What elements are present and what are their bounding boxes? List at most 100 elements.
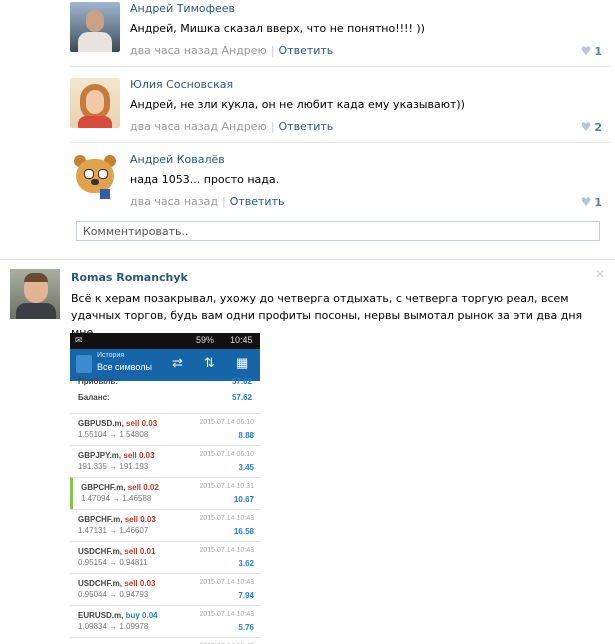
mail-icon: ✉	[75, 335, 83, 345]
comment-meta: два часа назад Андрею | Ответить	[130, 44, 334, 57]
trade-action: sell 0.03	[126, 419, 158, 428]
heart-icon: ♥	[580, 120, 592, 134]
like-button[interactable]: ♥ 1	[581, 44, 602, 58]
trade-date: 2015.07.14 10:43	[199, 547, 255, 554]
trade-row[interactable]: USDCHF.m, sell 0.01 0.95154 → 0.94811 2015…	[70, 541, 260, 573]
trade-row[interactable]: GBPCHF.m, sell 0.03 1.47131 → 1.46607 2015…	[70, 509, 260, 541]
comment-item: Андрей Ковалёв нада 1053... просто нада.…	[70, 153, 610, 213]
like-count: 2	[594, 121, 602, 134]
trade-profit: 16.58	[233, 527, 254, 536]
trade-row[interactable]: USDCHF.m, sell 0.03 0.95044 → 0.94793 2015…	[70, 573, 260, 605]
comment-author[interactable]: Юлия Сосновская	[130, 78, 233, 91]
trade-prices: 0.95154 → 0.94811	[78, 558, 148, 567]
trade-action: sell 0.03	[124, 579, 156, 588]
comment-time[interactable]: два часа назад	[130, 195, 218, 208]
like-button[interactable]: ♥ 1	[581, 195, 602, 209]
comment-item: Юлия Сосновская Андрей, не зли кукла, он…	[70, 78, 610, 143]
comment-meta: два часа назад | Ответить	[130, 195, 285, 208]
comment-text: Андрей, Мишка сказал вверх, что не понят…	[130, 22, 425, 35]
trade-date: 2015.07.14 10:43	[199, 579, 255, 586]
balance-row: Баланс: 57.62	[70, 393, 260, 409]
sort-icon[interactable]: ⇅	[204, 355, 215, 371]
symbol-label: USDCHF.m,	[78, 547, 123, 556]
comment-item: Андрей Тимофеев Андрей, Мишка сказал вве…	[70, 2, 610, 67]
trading-screenshot[interactable]: ✉ 59% 10:45 История Все символы ⇄ ⇅ ▦ Пр…	[70, 333, 260, 644]
trade-row[interactable]: GBPJPY.m, sell 0.03 191.335 → 191.193 2015…	[70, 445, 260, 477]
trade-date: 2015.07.14 06:10	[199, 419, 255, 426]
trade-symbol: EURUSD.m, buy 0.04	[78, 611, 158, 620]
comment-author[interactable]: Андрей Ковалёв	[130, 153, 225, 166]
like-count: 1	[594, 196, 602, 209]
app-logo-icon	[76, 355, 92, 373]
trade-prices: 191.335 → 191.193	[78, 462, 149, 471]
close-icon[interactable]: ✕	[595, 267, 605, 281]
post-divider	[0, 259, 615, 260]
trade-prices: 1.47094 → 1.46588	[81, 494, 152, 503]
trade-prices: 1.47131 → 1.46607	[78, 526, 149, 535]
battery-level: 59%	[196, 335, 215, 345]
trade-profit: 3.62	[238, 559, 254, 568]
trade-action: sell 0.03	[124, 515, 156, 524]
post-author[interactable]: Romas Romanchyk	[71, 271, 188, 284]
symbol-label: EURUSD.m,	[78, 611, 124, 620]
comment-input[interactable]: Комментировать..	[76, 221, 600, 241]
comment-time[interactable]: два часа назад Андрею	[130, 120, 267, 133]
trade-symbol: USDCHF.m, sell 0.03	[78, 579, 155, 588]
trade-symbol: USDCHF.m, sell 0.01	[78, 547, 155, 556]
status-bar: ✉ 59% 10:45	[70, 333, 260, 349]
trade-action: sell 0.01	[124, 547, 156, 556]
symbol-label: GBPCHF.m,	[78, 515, 123, 524]
symbol-label: GBPJPY.m,	[78, 451, 122, 460]
like-count: 1	[594, 45, 602, 58]
trade-row[interactable]: EURUSD.m, buy 0.04 1.09834 → 1.09978 2015.…	[70, 605, 260, 637]
avatar[interactable]	[70, 78, 120, 128]
heart-icon: ♥	[580, 44, 592, 58]
app-title-small: История	[97, 352, 125, 359]
trade-symbol: GBPCHF.m, sell 0.02	[81, 483, 159, 492]
status-time: 10:45	[230, 335, 253, 345]
trade-prices: 0.95044 → 0.94793	[78, 590, 149, 599]
comment-author[interactable]: Андрей Тимофеев	[130, 2, 235, 15]
trade-symbol: GBPUSD.m, sell 0.03	[78, 419, 157, 428]
balance-label: Баланс:	[78, 393, 110, 402]
comment-meta: два часа назад Андрею | Ответить	[130, 120, 334, 133]
profit-value: 57.62	[231, 377, 252, 386]
trade-prices: 1.09834 → 1.09978	[78, 622, 149, 631]
symbol-label: GBPCHF.m,	[81, 483, 126, 492]
reply-link[interactable]: Ответить	[230, 195, 285, 208]
symbol-label: GBPUSD.m,	[78, 419, 124, 428]
reply-link[interactable]: Ответить	[279, 44, 334, 57]
trade-profit: 3.45	[238, 463, 254, 472]
trade-action: sell 0.03	[123, 451, 155, 460]
swap-icon[interactable]: ⇄	[172, 355, 183, 371]
comment-time[interactable]: два часа назад Андрею	[130, 44, 267, 57]
trade-row[interactable]: GBPCHF.m, sell 0.02 1.47094 → 1.46588 2015…	[70, 477, 260, 509]
trade-date: 2015.07.14 06:10	[199, 451, 255, 458]
trade-symbol: GBPCHF.m, sell 0.03	[78, 515, 156, 524]
symbol-label: USDCHF.m,	[78, 579, 123, 588]
calendar-icon[interactable]: ▦	[236, 355, 248, 371]
trade-date: 2015.07.14 10:43	[199, 515, 255, 522]
like-button[interactable]: ♥ 2	[581, 120, 602, 134]
trade-date: 2015.07.14 10:43	[199, 611, 255, 618]
balance-value: 57.62	[231, 393, 252, 402]
trade-action: buy 0.04	[125, 611, 158, 620]
avatar[interactable]	[70, 153, 120, 203]
profit-row: Прибыль: 57.62	[70, 377, 260, 391]
app-title: Все символы	[97, 362, 152, 372]
avatar[interactable]	[10, 269, 60, 319]
trade-profit: 8.88	[238, 431, 254, 440]
reply-link[interactable]: Ответить	[279, 120, 334, 133]
comment-text: Андрей, не зли кукла, он не любит када е…	[130, 98, 465, 111]
trade-row[interactable]: GBPUSD.m, sell 0.03 1.55104 → 1.54808 2015…	[70, 413, 260, 445]
heart-icon: ♥	[580, 195, 592, 209]
trade-date: 2015.07.14 10:31	[199, 483, 255, 490]
trade-profit: 5.76	[238, 623, 254, 632]
trade-list: GBPUSD.m, sell 0.03 1.55104 → 1.54808 2015…	[70, 413, 260, 644]
trade-row[interactable]: EURUSD.m, buy 0.041.09999 → 1.100222015.…	[70, 637, 260, 644]
comment-text: нада 1053... просто нада.	[130, 173, 280, 186]
trade-prices: 1.55104 → 1.54808	[78, 430, 149, 439]
trade-symbol: GBPJPY.m, sell 0.03	[78, 451, 155, 460]
trade-profit: 7.94	[238, 591, 254, 600]
avatar[interactable]	[70, 2, 120, 52]
